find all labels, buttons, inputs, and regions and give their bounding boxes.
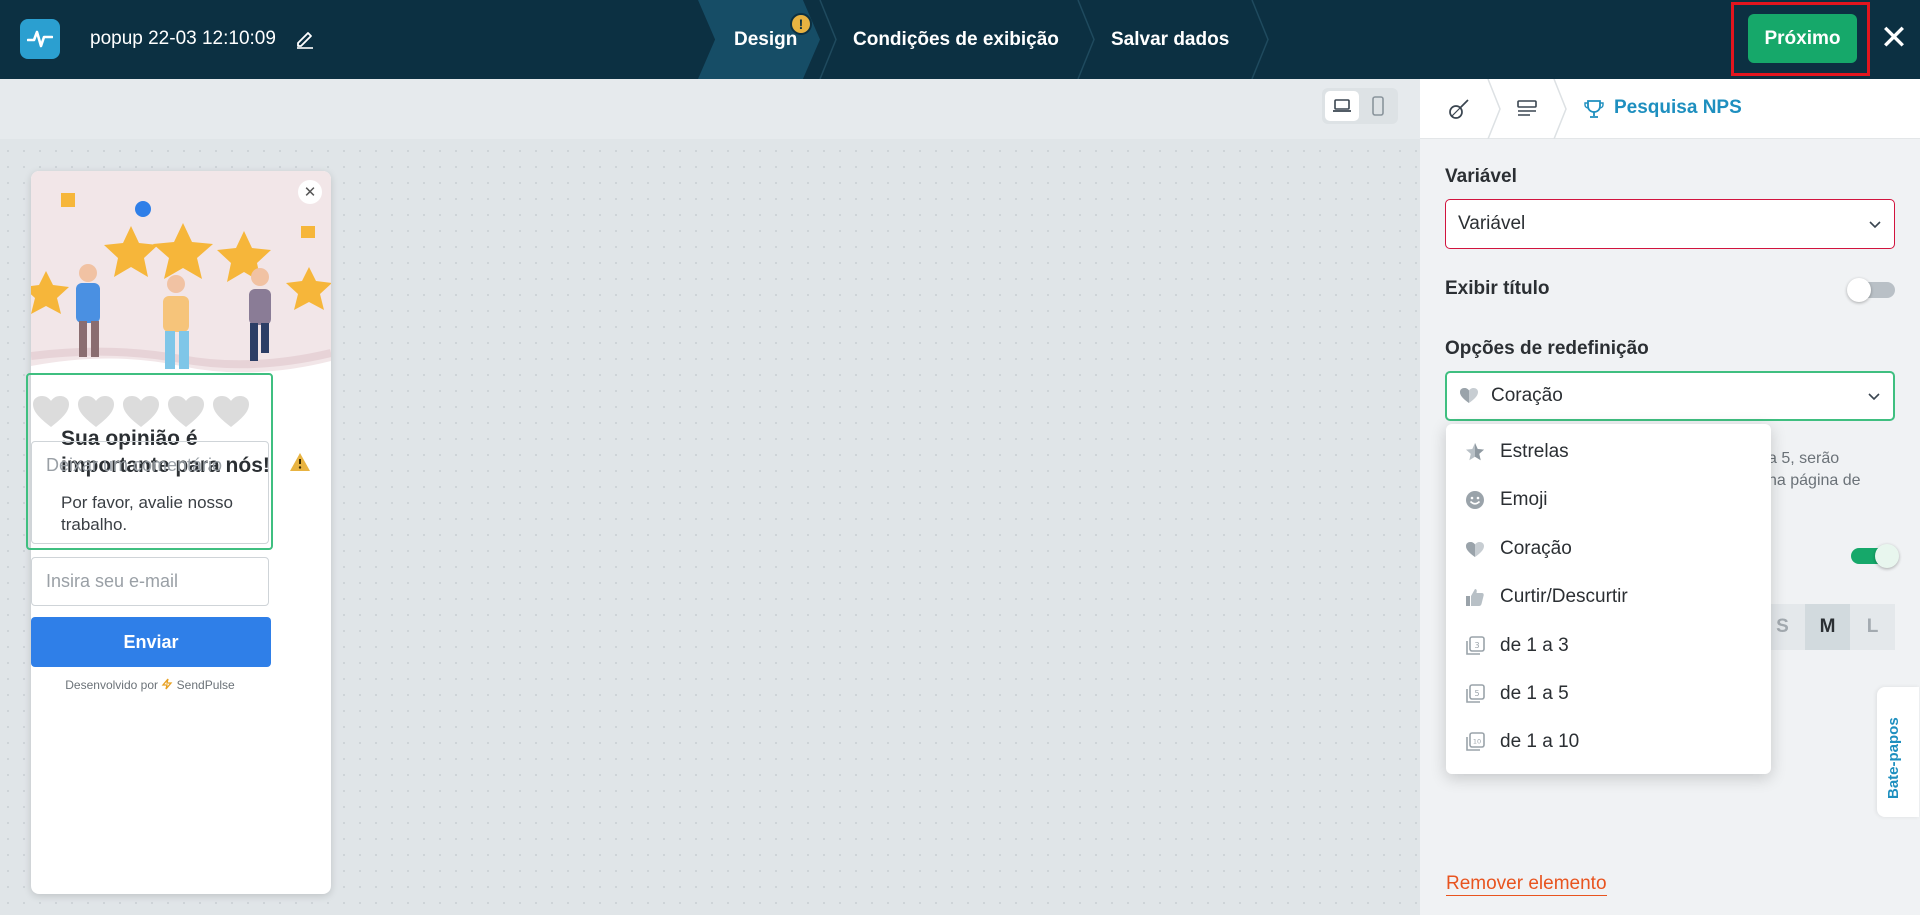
powered-by[interactable]: Desenvolvido por SendPulse	[0, 678, 300, 692]
heart-rating[interactable]	[32, 395, 272, 431]
dropdown-option-heart[interactable]: Coração	[1446, 529, 1771, 569]
options-label: Opções de redefinição	[1445, 338, 1649, 359]
remove-element-link[interactable]: Remover elemento	[1446, 873, 1607, 896]
rating-type-select[interactable]: Coração	[1445, 371, 1895, 421]
breadcrumb-divider-icon	[1487, 79, 1501, 139]
dropdown-option-label: de 1 a 3	[1500, 635, 1569, 656]
dropdown-option-label: Coração	[1500, 538, 1572, 559]
note-line-1: a 5, serão	[1768, 450, 1840, 467]
dropdown-option-scale-5[interactable]: 5 de 1 a 5	[1446, 674, 1771, 714]
star-icon	[1466, 443, 1484, 461]
brand-name: SendPulse	[176, 678, 235, 692]
note-line-2: na página de	[1768, 472, 1861, 489]
dropdown-option-emoji[interactable]: Emoji	[1446, 480, 1771, 520]
chevron-down-icon	[1868, 393, 1880, 401]
step-divider-icon	[1077, 0, 1095, 79]
step-save-data[interactable]: Salvar dados	[1111, 0, 1229, 79]
chats-tab[interactable]: Bate-papos	[1877, 687, 1919, 817]
next-button[interactable]: Próximo	[1748, 14, 1857, 63]
laptop-icon	[1333, 99, 1351, 112]
people-with-stars-illustration	[31, 193, 331, 386]
variable-label: Variável	[1445, 166, 1517, 187]
warning-icon: !	[790, 13, 812, 35]
dropdown-option-stars[interactable]: Estrelas	[1446, 432, 1771, 472]
heart-icon[interactable]	[77, 395, 115, 429]
lightning-icon	[161, 678, 173, 690]
heart-icon	[1466, 542, 1484, 557]
brush-icon[interactable]	[1446, 96, 1474, 122]
mobile-icon	[1372, 96, 1384, 116]
rating-type-dropdown: Estrelas Emoji Coração Curtir/Descurtir …	[1446, 424, 1771, 774]
size-selector: S M L	[1760, 604, 1895, 650]
step-divider-icon	[819, 0, 837, 79]
chats-tab-label: Bate-papos	[1885, 717, 1902, 799]
toggle-knob	[1875, 544, 1899, 568]
partially-hidden-note: a 5, serão na página de	[1768, 448, 1918, 492]
svg-text:3: 3	[1474, 641, 1479, 650]
show-title-toggle[interactable]	[1847, 278, 1895, 302]
canvas-toolbar	[0, 79, 1420, 139]
step-display-conditions[interactable]: Condições de exibição	[853, 0, 1059, 79]
variable-select-value: Variável	[1458, 213, 1526, 234]
svg-text:5: 5	[1474, 689, 1479, 698]
svg-text:10: 10	[1473, 738, 1481, 746]
size-m-button[interactable]: M	[1805, 604, 1850, 650]
heart-icon[interactable]	[32, 395, 70, 429]
heart-icon[interactable]	[212, 395, 250, 429]
show-title-label: Exibir título	[1445, 278, 1550, 299]
dropdown-option-like[interactable]: Curtir/Descurtir	[1446, 577, 1771, 617]
email-input[interactable]: Insira seu e-mail	[31, 557, 269, 606]
comment-textarea[interactable]: Deixar um comentário	[31, 441, 269, 544]
rating-type-value: Coração	[1491, 385, 1563, 406]
app-logo-icon[interactable]	[20, 19, 60, 59]
desktop-view-button[interactable]	[1325, 91, 1359, 121]
send-button[interactable]: Enviar	[31, 617, 271, 667]
pencil-edit-icon[interactable]	[294, 27, 316, 49]
mobile-view-button[interactable]	[1361, 91, 1395, 121]
step-divider-icon	[1251, 0, 1269, 79]
powered-by-text: Desenvolvido por	[65, 678, 158, 692]
heart-icon[interactable]	[167, 395, 205, 429]
heart-icon	[1460, 388, 1478, 403]
popup-close-button[interactable]: ✕	[298, 180, 322, 204]
toggle-knob	[1847, 278, 1871, 302]
trophy-icon	[1582, 97, 1610, 123]
step-design[interactable]: Design	[734, 0, 797, 79]
close-editor-button[interactable]: ✕	[1876, 20, 1912, 56]
warning-icon	[289, 451, 311, 473]
heart-icon[interactable]	[122, 395, 160, 429]
thumbs-icon	[1466, 589, 1484, 606]
dropdown-option-label: Emoji	[1500, 489, 1548, 510]
panel-title: Pesquisa NPS	[1614, 97, 1742, 118]
dropdown-option-label: Curtir/Descurtir	[1500, 586, 1628, 607]
device-toggle	[1322, 88, 1398, 124]
dropdown-option-scale-10[interactable]: 10 de 1 a 10	[1446, 722, 1771, 762]
hero-illustration	[31, 171, 331, 386]
chevron-down-icon	[1869, 221, 1881, 229]
scale-3-icon: 3	[1466, 636, 1485, 655]
size-l-button[interactable]: L	[1850, 604, 1895, 650]
scale-5-icon: 5	[1466, 684, 1485, 703]
option-toggle[interactable]	[1851, 544, 1899, 568]
dropdown-option-label: de 1 a 5	[1500, 683, 1569, 704]
dropdown-option-scale-3[interactable]: 3 de 1 a 3	[1446, 626, 1771, 666]
smile-icon	[1466, 491, 1484, 509]
breadcrumb-divider-icon	[1553, 79, 1567, 139]
variable-select[interactable]: Variável	[1445, 199, 1895, 249]
form-layout-icon[interactable]	[1514, 96, 1542, 122]
scale-10-icon: 10	[1466, 732, 1485, 751]
dropdown-option-label: Estrelas	[1500, 441, 1569, 462]
dropdown-option-label: de 1 a 10	[1500, 731, 1580, 752]
popup-title: popup 22-03 12:10:09	[90, 28, 276, 49]
